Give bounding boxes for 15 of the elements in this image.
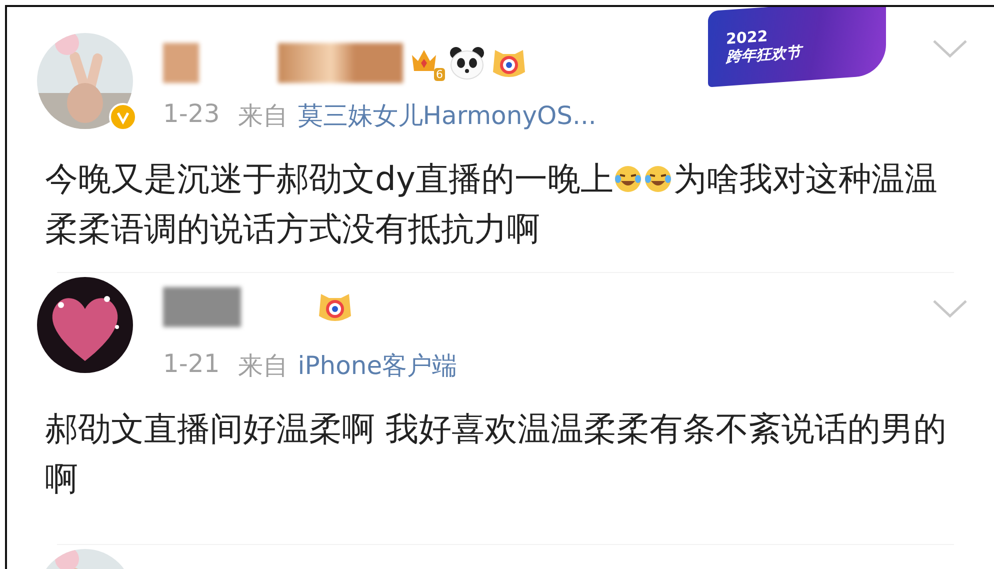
banner-year: 2022 <box>726 26 769 48</box>
panda-icon <box>449 46 485 80</box>
source-label: 来自 <box>238 350 288 382</box>
post-time: 1-21 <box>163 349 220 380</box>
source-link[interactable]: iPhone客户端 <box>298 349 458 382</box>
chevron-icon[interactable] <box>932 39 968 59</box>
post-text: 今晚又是沉迷于郝劭文dy直播的一晚上 为啥我对这种温温柔柔语调的说话方式没有抵抗力啊 <box>44 158 938 250</box>
post-text: 郝劭文直播间好温柔啊 我好喜欢温温柔柔有条不紊说话的男的啊 <box>44 408 948 500</box>
laughing-crying-emoji-icon <box>613 164 644 194</box>
chevron-icon[interactable] <box>932 299 968 319</box>
level-number: 6 <box>434 68 445 81</box>
laughing-crying-emoji-icon <box>643 164 674 194</box>
source-label: 来自 <box>238 100 288 132</box>
post-time: 1-23 <box>163 99 220 130</box>
source-link[interactable]: 莫三妹女儿HarmonyOS... <box>298 99 596 132</box>
